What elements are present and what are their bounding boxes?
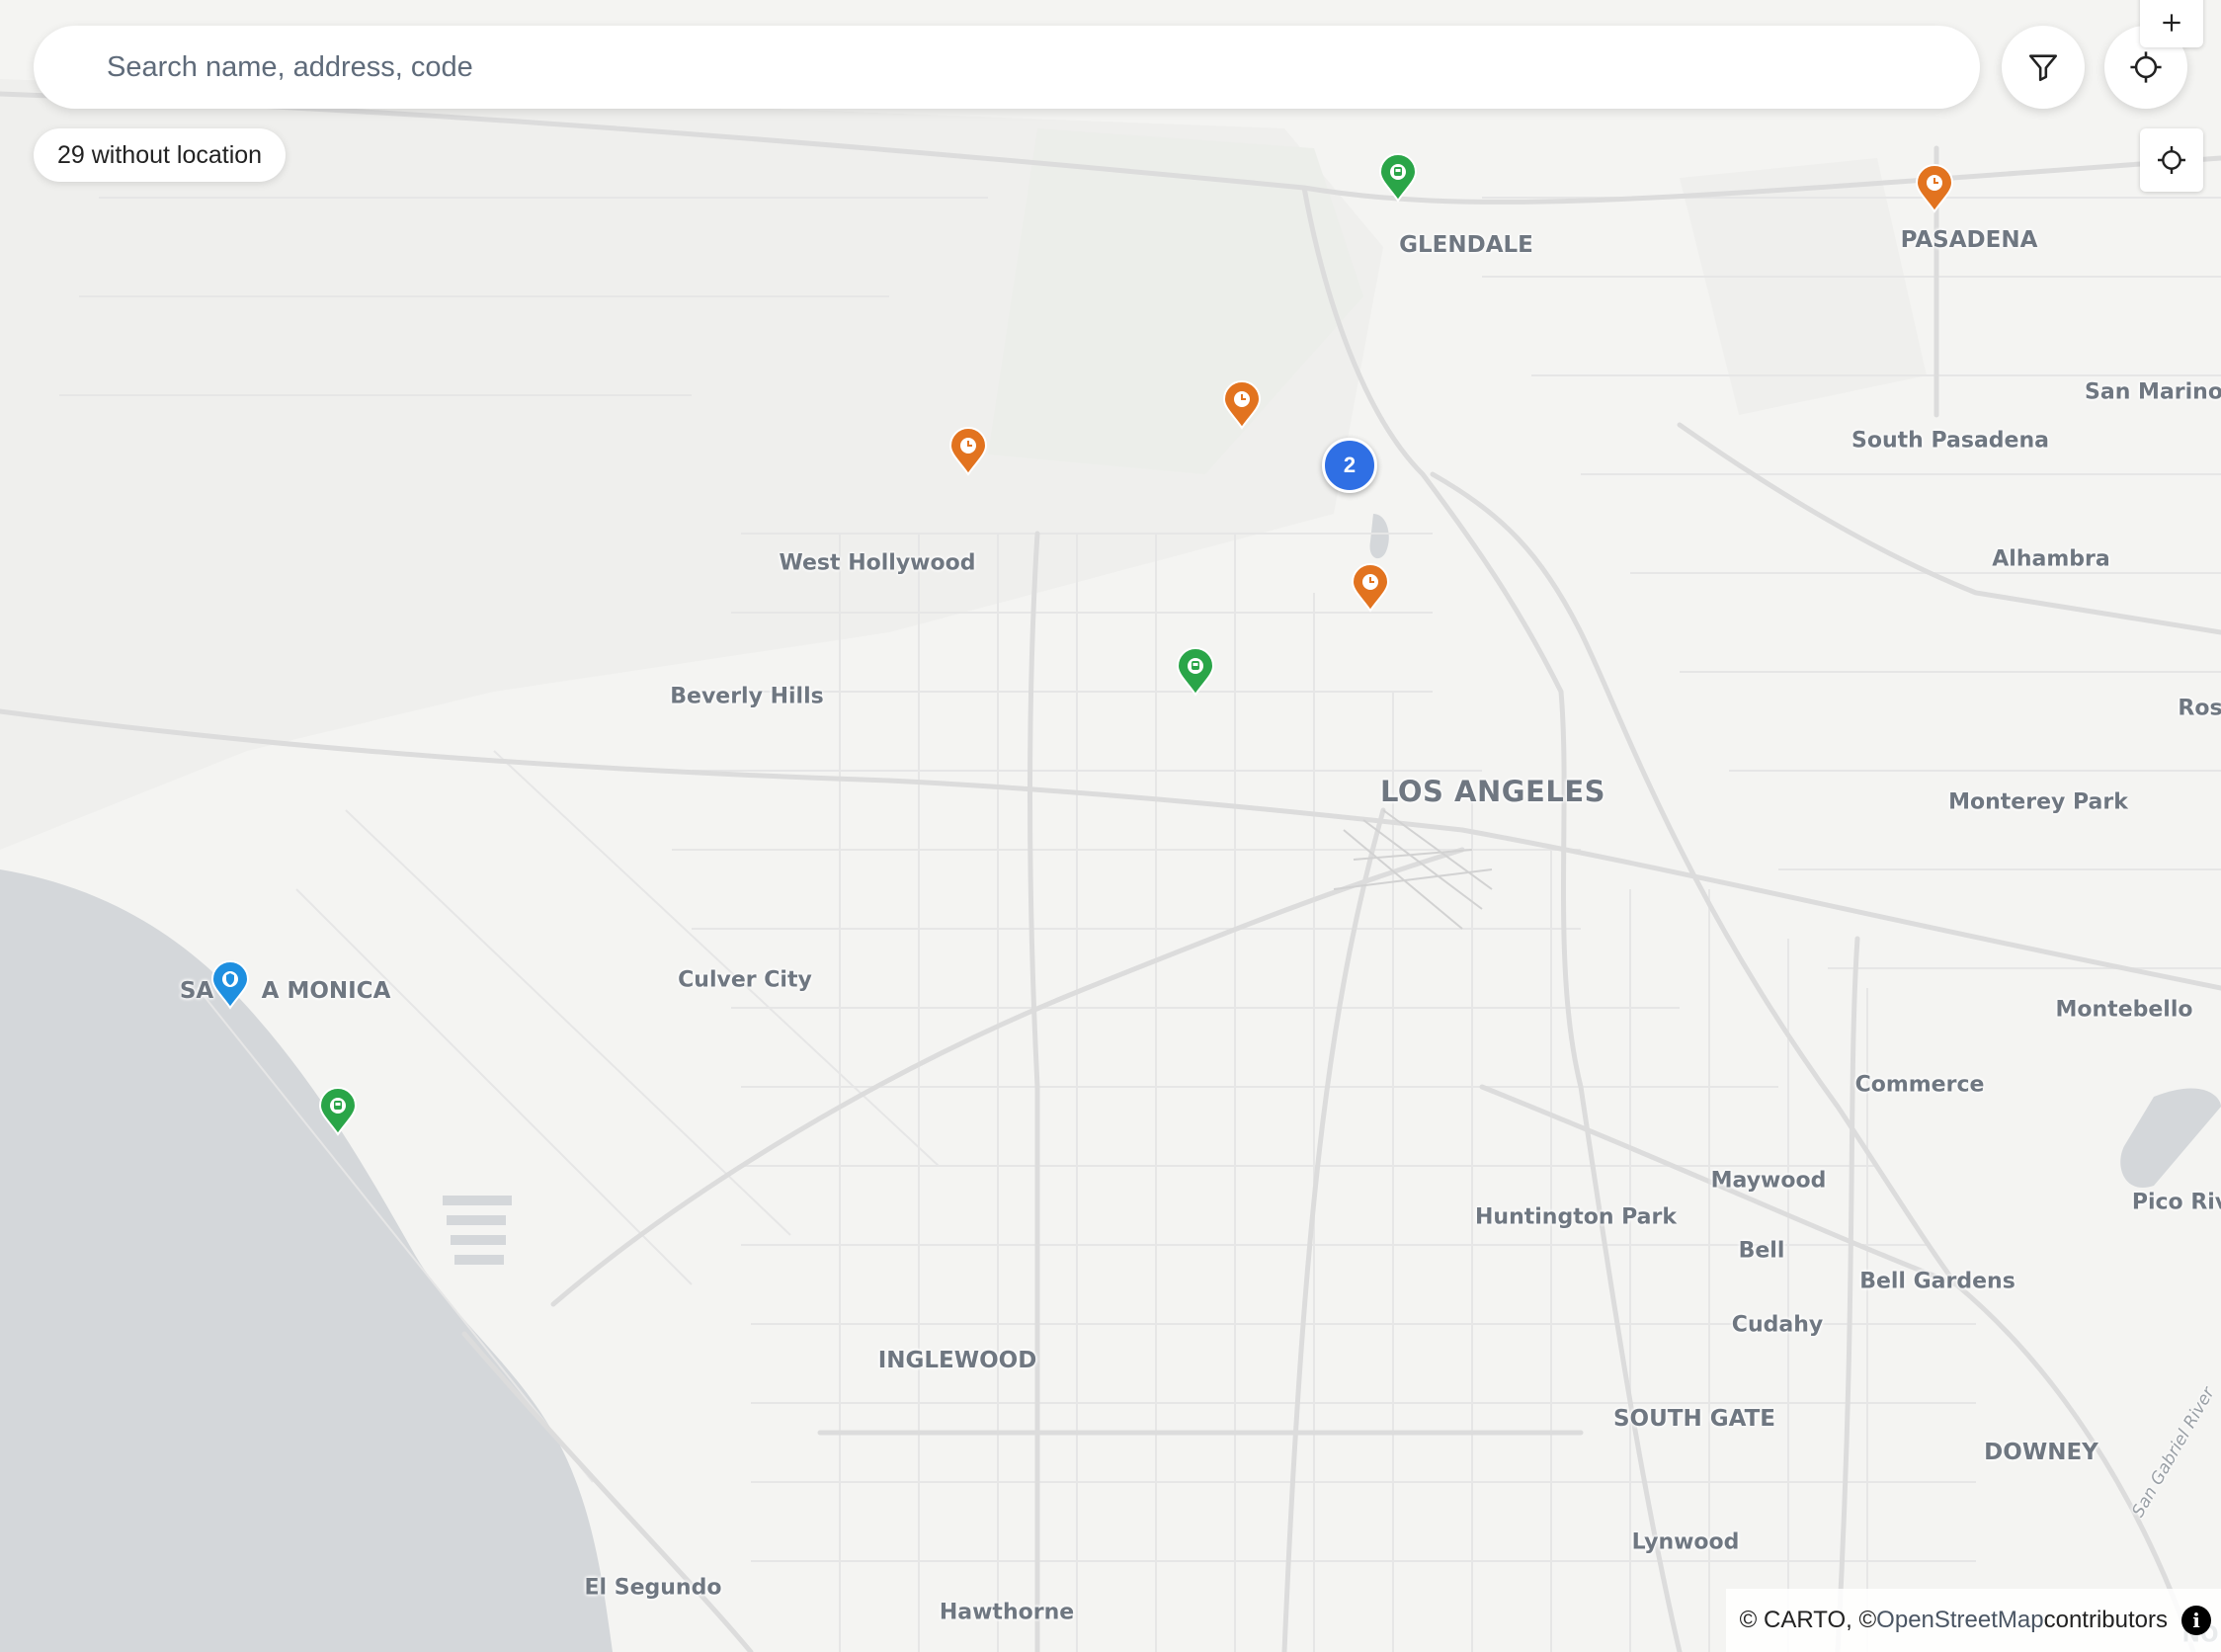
place-label-pasadena: PASADENA <box>1900 227 2038 253</box>
place-label-monterey-park: Monterey Park <box>1948 789 2128 815</box>
map-canvas[interactable] <box>0 0 2221 1652</box>
filter-icon <box>2028 54 2058 82</box>
info-icon[interactable]: i <box>2181 1606 2211 1635</box>
place-label-bell: Bell <box>1738 1238 1785 1264</box>
place-label-commerce: Commerce <box>1854 1072 1985 1098</box>
bus-icon <box>330 1098 346 1114</box>
map-marker-blue[interactable] <box>210 960 250 1010</box>
place-label-san-marino: San Marino <box>2085 379 2221 405</box>
map-attribution: © CARTO, © OpenStreetMap contributors i <box>1725 1589 2221 1652</box>
openstreetmap-link[interactable]: OpenStreetMap <box>1876 1607 2043 1634</box>
clock-icon <box>960 438 976 454</box>
map-marker-orange[interactable] <box>948 427 988 476</box>
search-input[interactable] <box>105 49 1980 85</box>
place-label-santa-monica-left: SA <box>179 978 214 1004</box>
place-label-hawthorne: Hawthorne <box>939 1600 1075 1625</box>
place-label-los-angeles: LOS ANGELES <box>1379 775 1606 808</box>
attribution-suffix: contributors <box>2043 1607 2168 1633</box>
place-label-south-gate: SOUTH GATE <box>1612 1406 1776 1432</box>
search-bar <box>34 26 1980 109</box>
place-label-glendale: GLENDALE <box>1399 232 1533 258</box>
crosshair-icon <box>2158 146 2185 174</box>
shield-icon <box>222 971 238 987</box>
bus-icon <box>1188 658 1203 674</box>
place-label-huntington-park: Huntington Park <box>1474 1204 1678 1230</box>
attribution-prefix: © CARTO, © <box>1739 1607 1877 1633</box>
plus-icon <box>2163 14 2180 32</box>
place-label-el-segundo: El Segundo <box>584 1575 722 1601</box>
place-label-culver-city: Culver City <box>678 967 812 993</box>
clock-icon <box>1362 574 1378 590</box>
map-marker-orange[interactable] <box>1222 380 1262 430</box>
clock-icon <box>1927 175 1942 191</box>
place-label-lynwood: Lynwood <box>1631 1529 1740 1555</box>
map-marker-orange[interactable] <box>1915 164 1954 213</box>
place-label-bell-gardens: Bell Gardens <box>1859 1269 2015 1294</box>
without-location-badge[interactable]: 29 without location <box>34 128 287 182</box>
place-label-maywood: Maywood <box>1710 1168 1827 1194</box>
marker-cluster[interactable]: 2 <box>1322 438 1377 493</box>
clock-icon <box>1234 391 1250 407</box>
place-label-rosemead: Ros <box>2178 696 2221 721</box>
geolocate-button[interactable] <box>2140 128 2203 192</box>
map-marker-green[interactable] <box>1176 647 1215 697</box>
place-label-montebello: Montebello <box>2055 997 2193 1023</box>
place-label-santa-monica-right: A MONICA <box>261 978 391 1004</box>
place-label-alhambra: Alhambra <box>1992 546 2110 572</box>
map-marker-green[interactable] <box>318 1087 358 1136</box>
crosshair-icon <box>2130 51 2162 83</box>
place-label-inglewood: INGLEWOOD <box>877 1348 1037 1373</box>
place-label-pico-rivera: Pico Riv <box>2131 1190 2221 1215</box>
map-marker-green[interactable] <box>1378 153 1418 203</box>
filter-button[interactable] <box>2002 26 2085 109</box>
place-label-downey: DOWNEY <box>1984 1440 2098 1465</box>
place-label-south-pasadena: South Pasadena <box>1851 428 2049 454</box>
zoom-in-button[interactable] <box>2140 0 2203 47</box>
place-label-beverly-hills: Beverly Hills <box>670 684 824 709</box>
place-label-cudahy: Cudahy <box>1731 1312 1824 1338</box>
bus-icon <box>1390 164 1406 180</box>
map-marker-orange[interactable] <box>1351 563 1390 613</box>
place-label-west-hollywood: West Hollywood <box>779 550 976 576</box>
